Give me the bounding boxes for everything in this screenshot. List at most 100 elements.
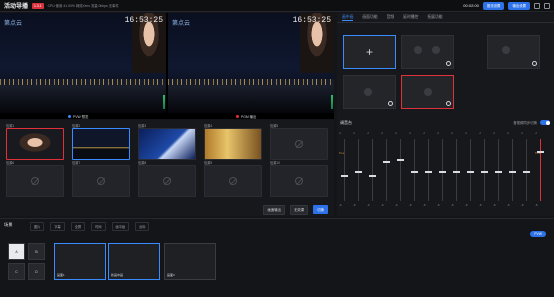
no-signal-icon: [295, 177, 303, 185]
volume-icon[interactable]: ♫: [535, 131, 537, 135]
headphone-icon[interactable]: ♫: [423, 131, 425, 135]
fader[interactable]: [439, 171, 446, 173]
headphone-icon[interactable]: ♫: [479, 131, 481, 135]
fader[interactable]: [369, 175, 376, 177]
headphone-icon[interactable]: ♫: [381, 131, 383, 135]
headphone-icon[interactable]: ♫: [339, 131, 341, 135]
tab-time[interactable]: 时间: [91, 222, 106, 231]
headphone-icon[interactable]: ♫: [395, 131, 397, 135]
no-signal-icon: [295, 140, 303, 148]
headphone-icon[interactable]: ♫: [521, 131, 523, 135]
headphone-icon[interactable]: ♫: [367, 131, 369, 135]
fader[interactable]: [481, 171, 488, 173]
tab-extensions[interactable]: 拓展功能: [427, 15, 442, 20]
mixer-channel-master: ♫ Tone -8: [535, 131, 547, 213]
fader[interactable]: [495, 171, 502, 173]
right-panel: 画中画 画面功能 音频 延时播控 拓展功能 + 调音台 音视频同步切换 ♫ Ton…: [337, 13, 554, 216]
av-sync-toggle[interactable]: [540, 120, 550, 125]
audio-meter: [163, 95, 165, 109]
close-icon[interactable]: [446, 61, 451, 66]
fader[interactable]: [509, 171, 516, 173]
mixer-channel: ♫ -8: [451, 131, 463, 213]
source-tile[interactable]: 信源6: [6, 160, 64, 201]
top-bar: 活动导播 1.3.1 CPU 使用:41.00% 网络:0ms 流量:0kbps…: [0, 0, 554, 12]
output-settings-button[interactable]: 输出设置: [508, 1, 530, 10]
tab-delay[interactable]: 延时播控: [403, 15, 418, 20]
layout-preset[interactable]: [401, 75, 454, 109]
source-tile[interactable]: 信源4: [204, 123, 262, 164]
pgm-monitor[interactable]: 第点云 16:53:25: [168, 13, 334, 113]
switch-controls: 画面输出 无效果 切换: [0, 204, 334, 215]
close-icon[interactable]: [532, 61, 537, 66]
scene-card[interactable]: 画面1: [54, 243, 106, 280]
close-icon[interactable]: [388, 101, 393, 106]
headphone-icon[interactable]: ♫: [493, 131, 495, 135]
cut-button[interactable]: 切换: [313, 205, 328, 214]
source-tile[interactable]: 信源5: [270, 123, 328, 164]
output-select[interactable]: 画面输出: [263, 204, 286, 215]
tab-pip[interactable]: 画中画: [342, 15, 354, 21]
no-signal-icon: [31, 177, 39, 185]
fader[interactable]: [383, 161, 390, 163]
stream-settings-button[interactable]: 推流设置: [482, 1, 505, 10]
tab-screen-func[interactable]: 画面功能: [362, 15, 377, 20]
layout-preset[interactable]: [343, 75, 396, 109]
scene-card[interactable]: 新画中画: [108, 243, 160, 280]
logo-overlay: 第点云: [172, 21, 191, 27]
fader[interactable]: [397, 159, 404, 161]
clock-overlay: 16:53:25: [292, 16, 331, 25]
mixer-channel: ♫ -8: [409, 131, 421, 213]
fader[interactable]: [355, 171, 362, 173]
tab-audio[interactable]: 音频: [387, 15, 395, 20]
source-tile[interactable]: 信源8: [138, 160, 196, 201]
tab-caption[interactable]: 字幕: [50, 222, 65, 231]
fader[interactable]: [425, 171, 432, 173]
mixer-channel: ♫ Tone -9: [339, 131, 351, 213]
overlay-tabs: 图片 字幕 全屏 时间 画中画 台标: [30, 222, 150, 231]
source-tile[interactable]: 信源7: [72, 160, 130, 201]
no-signal-icon: [163, 177, 171, 185]
tab-fullscreen[interactable]: 全屏: [70, 222, 86, 231]
layout-preset[interactable]: [401, 35, 454, 69]
source-tile[interactable]: 信源9: [204, 160, 262, 201]
headphone-icon[interactable]: ♫: [465, 131, 467, 135]
fullscreen-icon[interactable]: [544, 2, 550, 9]
version-badge: 1.3.1: [32, 2, 44, 9]
no-signal-icon: [97, 177, 105, 185]
tab-pip-overlay[interactable]: 画中画: [111, 222, 130, 231]
tab-image[interactable]: 图片: [30, 222, 45, 231]
source-tile[interactable]: 信源2: [72, 123, 130, 164]
group-c-button[interactable]: C: [8, 263, 25, 280]
close-icon[interactable]: [446, 101, 451, 106]
tab-station-logo[interactable]: 台标: [135, 222, 150, 231]
refresh-icon[interactable]: [534, 2, 540, 9]
no-signal-icon: [229, 177, 237, 185]
transition-select[interactable]: 无效果: [290, 204, 309, 215]
fader[interactable]: [453, 171, 460, 173]
scene-panel-title: 场景: [4, 222, 13, 227]
fader[interactable]: [341, 175, 348, 177]
mixer-channel: ♫ -9: [381, 131, 393, 213]
add-layout-button[interactable]: +: [343, 35, 396, 69]
headphone-icon[interactable]: ♫: [451, 131, 453, 135]
mixer-channel: ♫ -8: [465, 131, 477, 213]
headphone-icon[interactable]: ♫: [507, 131, 509, 135]
source-tile[interactable]: 信源3: [138, 123, 196, 164]
pvw-toggle[interactable]: PVW: [530, 231, 546, 237]
fader[interactable]: [467, 171, 474, 173]
group-d-button[interactable]: D: [28, 263, 45, 280]
scene-card[interactable]: 画面3: [164, 243, 216, 280]
headphone-icon[interactable]: ♫: [353, 131, 355, 135]
group-b-button[interactable]: B: [28, 243, 45, 260]
headphone-icon[interactable]: ♫: [409, 131, 411, 135]
fader[interactable]: [537, 151, 544, 153]
pvw-monitor[interactable]: 第点云 16:53:25: [0, 13, 166, 113]
layout-preset[interactable]: [487, 35, 540, 69]
group-a-button[interactable]: A: [8, 243, 25, 260]
headphone-icon[interactable]: ♫: [437, 131, 439, 135]
source-tile[interactable]: 信源1: [6, 123, 64, 164]
source-tile[interactable]: 信源10: [270, 160, 328, 201]
fader[interactable]: [411, 171, 418, 173]
fader[interactable]: [523, 171, 530, 173]
pvw-label: PVW 预览: [68, 113, 88, 119]
